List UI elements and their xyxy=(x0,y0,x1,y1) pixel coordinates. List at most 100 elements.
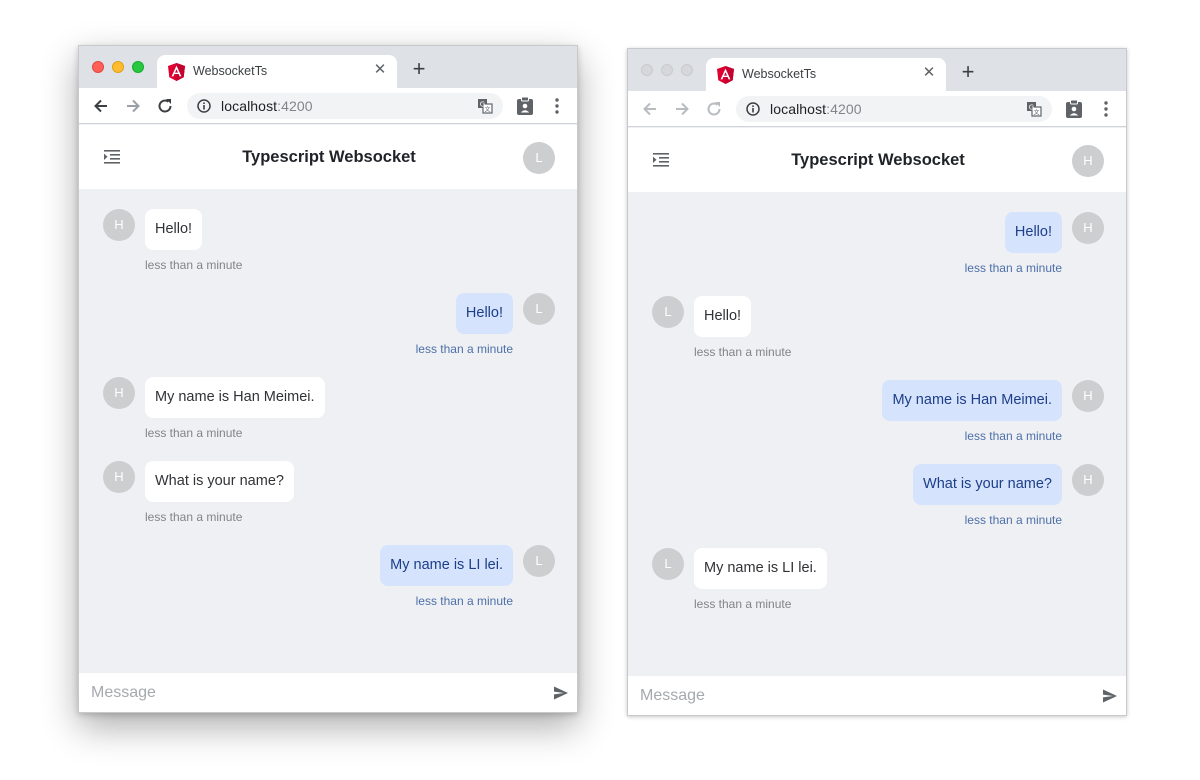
message-list: H Hello! less than a minute L Hello! les… xyxy=(628,192,1126,676)
message-item: L Hello! less than a minute xyxy=(79,293,577,356)
translate-icon[interactable]: G 文 xyxy=(477,98,493,114)
user-avatar[interactable]: L xyxy=(523,142,555,174)
app-header: Typescript Websocket L xyxy=(79,125,577,189)
browser-toolbar: localhost:4200 G 文 xyxy=(79,88,577,124)
message-item: L My name is LI lei. less than a minute xyxy=(628,548,1126,611)
tab-strip: WebsocketTs ✕ + xyxy=(79,46,577,88)
message-bubble: My name is Han Meimei. xyxy=(882,380,1062,421)
browser-toolbar: localhost:4200 G 文 xyxy=(628,91,1126,127)
back-arrow-icon[interactable] xyxy=(640,99,660,119)
clipboard-extension-icon[interactable] xyxy=(516,96,534,116)
info-icon[interactable] xyxy=(197,99,211,113)
url-text: localhost:4200 xyxy=(770,101,862,117)
message-bubble: What is your name? xyxy=(145,461,294,502)
address-bar[interactable]: localhost:4200 G 文 xyxy=(736,96,1052,122)
reload-icon[interactable] xyxy=(155,96,175,116)
message-bubble: Hello! xyxy=(145,209,203,250)
app-header: Typescript Websocket H xyxy=(628,128,1126,192)
close-icon[interactable]: ✕ xyxy=(372,62,388,78)
message-bubble: My name is LI lei. xyxy=(694,548,827,589)
message-timestamp: less than a minute xyxy=(145,426,243,440)
app-title: Typescript Websocket xyxy=(791,151,965,169)
address-bar[interactable]: localhost:4200 G 文 xyxy=(187,93,503,119)
avatar: H xyxy=(103,209,135,241)
more-vert-icon[interactable] xyxy=(551,97,563,115)
message-timestamp: less than a minute xyxy=(964,261,1062,275)
message-timestamp: less than a minute xyxy=(145,510,243,524)
message-bubble: Hello! xyxy=(694,296,752,337)
plus-icon[interactable]: + xyxy=(409,58,429,80)
avatar: H xyxy=(1072,464,1104,496)
message-timestamp: less than a minute xyxy=(964,429,1062,443)
browser-window-left: WebsocketTs ✕ + localhost:4200 G 文 Types… xyxy=(78,45,578,713)
message-bubble: My name is Han Meimei. xyxy=(145,377,325,418)
message-bubble: My name is LI lei. xyxy=(380,545,513,586)
angular-logo-icon xyxy=(168,63,185,81)
window-controls xyxy=(92,61,144,73)
tab-websocketts[interactable]: WebsocketTs ✕ xyxy=(157,55,397,88)
message-item: H My name is Han Meimei. less than a min… xyxy=(79,377,577,440)
message-list: H Hello! less than a minute L Hello! les… xyxy=(79,189,577,673)
avatar: L xyxy=(523,545,555,577)
zoom-window-button[interactable] xyxy=(132,61,144,73)
avatar: L xyxy=(523,142,555,174)
message-timestamp: less than a minute xyxy=(964,513,1062,527)
message-item: L My name is LI lei. less than a minute xyxy=(79,545,577,608)
clipboard-extension-icon[interactable] xyxy=(1065,99,1083,119)
message-bubble: Hello! xyxy=(455,293,513,334)
forward-arrow-icon[interactable] xyxy=(672,99,692,119)
avatar: L xyxy=(523,293,555,325)
message-bubble: Hello! xyxy=(1004,212,1062,253)
avatar: H xyxy=(1072,380,1104,412)
svg-text:文: 文 xyxy=(484,106,490,114)
send-icon[interactable] xyxy=(1102,688,1118,704)
translate-icon[interactable]: G 文 xyxy=(1026,101,1042,117)
url-text: localhost:4200 xyxy=(221,98,313,114)
message-item: H What is your name? less than a minute xyxy=(79,461,577,524)
svg-text:文: 文 xyxy=(1033,109,1039,117)
reload-icon[interactable] xyxy=(704,99,724,119)
window-controls xyxy=(641,64,693,76)
avatar: H xyxy=(1072,145,1104,177)
message-item: H Hello! less than a minute xyxy=(79,209,577,272)
message-timestamp: less than a minute xyxy=(145,258,243,272)
tab-websocketts[interactable]: WebsocketTs ✕ xyxy=(706,58,946,91)
forward-arrow-icon[interactable] xyxy=(123,96,143,116)
message-input[interactable] xyxy=(640,685,1080,707)
back-arrow-icon[interactable] xyxy=(91,96,111,116)
app-title: Typescript Websocket xyxy=(242,148,416,166)
browser-window-right: WebsocketTs ✕ + localhost:4200 G 文 Types… xyxy=(627,48,1127,716)
message-bubble: What is your name? xyxy=(913,464,1062,505)
message-timestamp: less than a minute xyxy=(415,594,513,608)
minimize-window-button[interactable] xyxy=(661,64,673,76)
message-item: H What is your name? less than a minute xyxy=(628,464,1126,527)
angular-logo-icon xyxy=(717,66,734,84)
avatar: H xyxy=(103,377,135,409)
tab-strip: WebsocketTs ✕ + xyxy=(628,49,1126,91)
more-vert-icon[interactable] xyxy=(1100,100,1112,118)
avatar: L xyxy=(652,548,684,580)
zoom-window-button[interactable] xyxy=(681,64,693,76)
message-timestamp: less than a minute xyxy=(694,597,792,611)
avatar: L xyxy=(652,296,684,328)
close-window-button[interactable] xyxy=(641,64,653,76)
avatar: H xyxy=(1072,212,1104,244)
tab-title: WebsocketTs xyxy=(742,67,817,81)
message-composer xyxy=(79,673,577,712)
close-window-button[interactable] xyxy=(92,61,104,73)
minimize-window-button[interactable] xyxy=(112,61,124,73)
close-icon[interactable]: ✕ xyxy=(921,65,937,81)
plus-icon[interactable]: + xyxy=(958,61,978,83)
message-item: H My name is Han Meimei. less than a min… xyxy=(628,380,1126,443)
message-item: H Hello! less than a minute xyxy=(628,212,1126,275)
message-timestamp: less than a minute xyxy=(415,342,513,356)
message-composer xyxy=(628,676,1126,715)
message-item: L Hello! less than a minute xyxy=(628,296,1126,359)
avatar: H xyxy=(103,461,135,493)
message-input[interactable] xyxy=(91,682,531,704)
message-timestamp: less than a minute xyxy=(694,345,792,359)
info-icon[interactable] xyxy=(746,102,760,116)
send-icon[interactable] xyxy=(553,685,569,701)
user-avatar[interactable]: H xyxy=(1072,145,1104,177)
tab-title: WebsocketTs xyxy=(193,64,268,78)
